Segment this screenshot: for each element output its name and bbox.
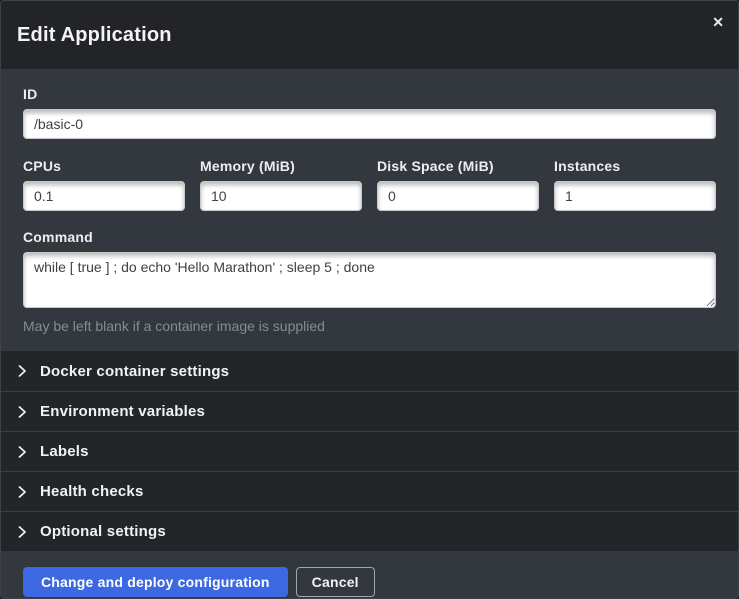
command-help-text: May be left blank if a container image i… [23, 318, 716, 334]
section-health-checks[interactable]: Health checks [1, 471, 738, 511]
modal-footer: Change and deploy configuration Cancel [1, 551, 738, 599]
field-instances: Instances [554, 158, 716, 211]
modal-header: Edit Application ✕ [1, 1, 738, 69]
chevron-right-icon [17, 406, 27, 418]
modal-title: Edit Application [17, 24, 172, 47]
change-and-deploy-button[interactable]: Change and deploy configuration [23, 567, 288, 597]
memory-label: Memory (MiB) [200, 158, 362, 174]
field-command: Command while [ true ] ; do echo 'Hello … [23, 229, 716, 334]
section-label: Docker container settings [40, 363, 229, 380]
section-label: Optional settings [40, 523, 166, 540]
disk-input[interactable] [377, 181, 539, 211]
disk-label: Disk Space (MiB) [377, 158, 539, 174]
accordion-sections: Docker container settings Environment va… [1, 351, 738, 551]
edit-application-modal: Edit Application ✕ ID CPUs Memory (MiB) … [0, 0, 739, 599]
application-form: ID CPUs Memory (MiB) Disk Space (MiB) In… [1, 69, 738, 351]
section-label: Labels [40, 443, 89, 460]
memory-input[interactable] [200, 181, 362, 211]
command-label: Command [23, 229, 716, 245]
field-id: ID [23, 86, 716, 139]
cpus-label: CPUs [23, 158, 185, 174]
section-docker-container-settings[interactable]: Docker container settings [1, 351, 738, 391]
section-optional-settings[interactable]: Optional settings [1, 511, 738, 551]
close-icon[interactable]: ✕ [712, 15, 724, 29]
chevron-right-icon [17, 365, 27, 377]
chevron-right-icon [17, 526, 27, 538]
chevron-right-icon [17, 486, 27, 498]
command-textarea[interactable]: while [ true ] ; do echo 'Hello Marathon… [23, 252, 716, 308]
resources-row: CPUs Memory (MiB) Disk Space (MiB) Insta… [23, 158, 716, 211]
field-cpus: CPUs [23, 158, 185, 211]
section-label: Health checks [40, 483, 143, 500]
section-labels[interactable]: Labels [1, 431, 738, 471]
field-memory: Memory (MiB) [200, 158, 362, 211]
chevron-right-icon [17, 446, 27, 458]
section-label: Environment variables [40, 403, 205, 420]
id-input[interactable] [23, 109, 716, 139]
section-environment-variables[interactable]: Environment variables [1, 391, 738, 431]
field-disk: Disk Space (MiB) [377, 158, 539, 211]
id-label: ID [23, 86, 716, 102]
instances-label: Instances [554, 158, 716, 174]
cancel-button[interactable]: Cancel [296, 567, 375, 597]
cpus-input[interactable] [23, 181, 185, 211]
instances-input[interactable] [554, 181, 716, 211]
